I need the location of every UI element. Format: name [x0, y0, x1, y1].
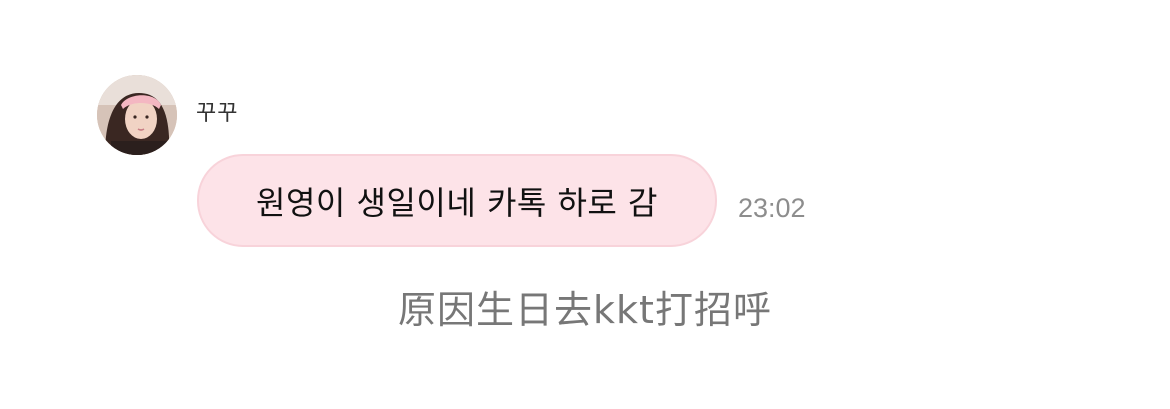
profile-photo-icon: [97, 75, 177, 155]
translation-caption: 原因生日去kkt打招呼: [398, 288, 772, 332]
avatar[interactable]: [97, 75, 177, 155]
message-bubble[interactable]: 원영이 생일이네 카톡 하로 감: [197, 154, 717, 247]
message-text: 원영이 생일이네 카톡 하로 감: [256, 183, 658, 222]
sender-name: 꾸꾸: [196, 101, 239, 126]
message-timestamp: 23:02: [738, 193, 806, 223]
chat-message-row: 꾸꾸 원영이 생일이네 카톡 하로 감 23:02: [0, 0, 1170, 409]
